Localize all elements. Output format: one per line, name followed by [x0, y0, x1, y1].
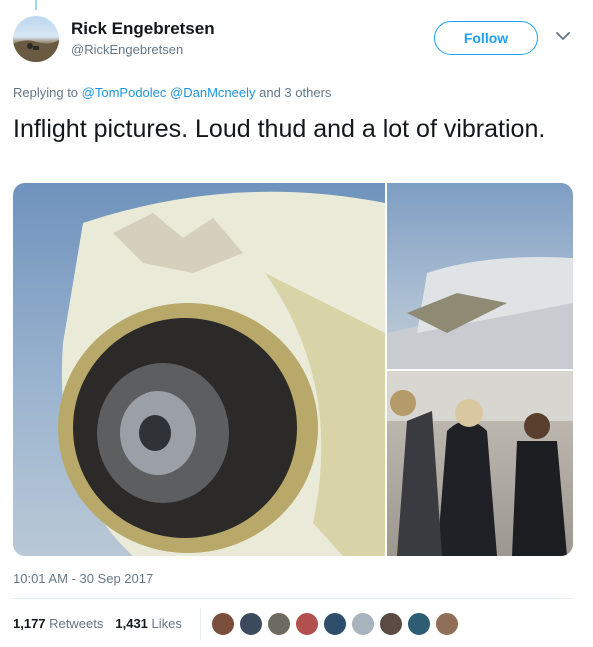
avatar-landscape-image	[13, 40, 59, 62]
mention-link[interactable]: @TomPodolec	[82, 85, 167, 100]
tweet-text: Inflight pictures. Loud thud and a lot o…	[13, 115, 546, 143]
liker-avatar[interactable]	[323, 612, 347, 636]
cabin-crew-photo[interactable]	[387, 371, 573, 556]
liker-avatar[interactable]	[379, 612, 403, 636]
liker-avatar[interactable]	[351, 612, 375, 636]
replying-prefix: Replying to	[13, 85, 79, 100]
likers-avatars	[211, 612, 463, 636]
display-name[interactable]: Rick Engebretsen	[71, 19, 215, 39]
divider	[13, 598, 573, 599]
liker-avatar[interactable]	[239, 612, 263, 636]
liker-avatar[interactable]	[407, 612, 431, 636]
likes-stat[interactable]: 1,431 Likes	[115, 616, 182, 631]
liker-avatar[interactable]	[211, 612, 235, 636]
replying-to-line: Replying to @TomPodolec @DanMcneely and …	[13, 85, 331, 100]
chevron-down-icon[interactable]	[556, 31, 570, 41]
stats-separator	[200, 608, 201, 640]
wing-engine-photo[interactable]	[387, 183, 573, 369]
retweets-count: 1,177	[13, 616, 46, 631]
user-handle[interactable]: @RickEngebretsen	[71, 42, 183, 57]
thread-connector-line	[35, 0, 37, 10]
liker-avatar[interactable]	[295, 612, 319, 636]
engine-damage-photo[interactable]	[13, 183, 385, 556]
likes-label: Likes	[151, 616, 182, 631]
engagement-stats: 1,177 Retweets 1,431 Likes	[13, 616, 182, 631]
avatar[interactable]	[13, 16, 59, 62]
media-grid	[13, 183, 573, 556]
retweets-stat[interactable]: 1,177 Retweets	[13, 616, 103, 631]
others-link[interactable]: and 3 others	[259, 85, 331, 100]
mention-link[interactable]: @DanMcneely	[170, 85, 255, 100]
tweet-timestamp[interactable]: 10:01 AM - 30 Sep 2017	[13, 571, 153, 586]
follow-button[interactable]: Follow	[434, 21, 538, 55]
liker-avatar[interactable]	[267, 612, 291, 636]
liker-avatar[interactable]	[435, 612, 459, 636]
likes-count: 1,431	[115, 616, 148, 631]
retweets-label: Retweets	[49, 616, 104, 631]
